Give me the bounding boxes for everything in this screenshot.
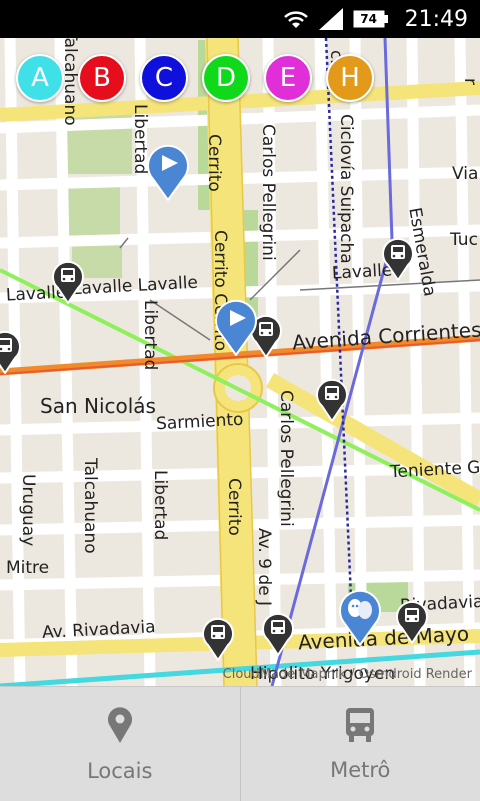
nav-metro-button[interactable]: Metrô	[240, 687, 480, 801]
map-view[interactable]: Talcahuano Libertad Cerrito Carlos Pelle…	[0, 38, 480, 686]
nav-metro-label: Metrô	[330, 758, 390, 782]
street-label: Libertad	[150, 470, 170, 540]
map-tiles	[0, 38, 480, 686]
bus-icon	[51, 260, 85, 304]
bus-icon	[0, 330, 22, 374]
bus-stop-marker[interactable]	[0, 330, 22, 374]
street-label: Mitre	[6, 558, 49, 578]
location-marker[interactable]	[213, 298, 259, 356]
map-attribution: CloudMade Mapnik / Osmdroid Render	[223, 667, 472, 682]
street-label: Uruguay	[18, 474, 38, 546]
street-label: Tuc	[450, 230, 478, 250]
play-flag-icon	[145, 143, 191, 201]
location-marker[interactable]	[145, 143, 191, 201]
line-e-button[interactable]: E	[264, 54, 312, 102]
bus-icon	[381, 237, 415, 281]
street-label: r	[460, 78, 480, 85]
street-label: Via	[452, 164, 478, 184]
street-label: Av. 9 de J	[254, 528, 274, 606]
line-a-button[interactable]: A	[16, 54, 64, 102]
bus-icon	[261, 612, 295, 656]
play-flag-icon	[213, 298, 259, 356]
line-c-button[interactable]: C	[140, 54, 188, 102]
street-label: Libertad	[140, 300, 160, 370]
battery-icon: 74	[353, 10, 389, 28]
street-label: Cerrito	[204, 134, 224, 192]
battery-level: 74	[353, 10, 385, 28]
location-pin-icon	[106, 706, 134, 749]
place-label: San Nicolás	[40, 394, 156, 418]
bus-stop-marker[interactable]	[395, 600, 429, 644]
bus-stop-marker[interactable]	[261, 612, 295, 656]
street-label: Cerrito	[224, 478, 244, 536]
line-h-button[interactable]: H	[326, 54, 374, 102]
theater-marker[interactable]	[337, 588, 383, 646]
status-icons: 74 21:49	[283, 0, 468, 38]
theater-masks-icon	[337, 588, 383, 646]
bus-stop-marker[interactable]	[201, 617, 235, 661]
bus-stop-marker[interactable]	[315, 378, 349, 422]
line-b-button[interactable]: B	[78, 54, 126, 102]
status-bar: 74 21:49	[0, 0, 480, 38]
bus-stop-marker[interactable]	[381, 237, 415, 281]
nav-locais-label: Locais	[87, 759, 152, 783]
street-label: Talcahuano	[80, 458, 100, 554]
bus-icon	[395, 600, 429, 644]
wifi-icon	[283, 9, 309, 29]
signal-strength-icon	[319, 8, 343, 30]
nav-locais-button[interactable]: Locais	[0, 687, 240, 801]
clock: 21:49	[405, 7, 468, 32]
metro-line-selector: A B C D E H	[16, 54, 374, 102]
street-label: Carlos Pellegrini	[276, 390, 296, 527]
bus-icon	[201, 617, 235, 661]
bottom-navigation: Locais Metrô	[0, 686, 480, 801]
line-d-button[interactable]: D	[202, 54, 250, 102]
bus-stop-marker[interactable]	[51, 260, 85, 304]
street-label: Carlos Pellegrini	[258, 124, 278, 261]
bus-icon	[344, 707, 376, 748]
street-label: Ciclovía Suipacha	[336, 114, 356, 264]
bus-icon	[315, 378, 349, 422]
